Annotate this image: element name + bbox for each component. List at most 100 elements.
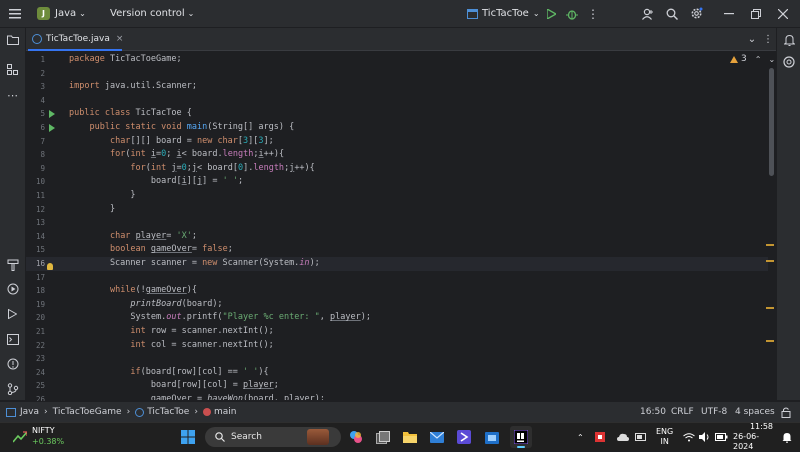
error-stripe-mark[interactable]	[766, 244, 774, 246]
wifi-icon[interactable]	[683, 423, 695, 451]
battery-saver-icon[interactable]	[635, 423, 647, 451]
line-number: 2	[40, 68, 45, 78]
editor-scrollbar[interactable]	[769, 68, 774, 176]
breadcrumb-package[interactable]: TicTacToeGame	[53, 407, 122, 417]
code-line[interactable]: System.out.printf("Player %c enter: ", p…	[69, 311, 371, 325]
battery-icon[interactable]	[715, 423, 728, 451]
clock[interactable]: 11:58 26-06-2024	[733, 422, 773, 451]
language-line1: ENG	[656, 427, 674, 436]
vcs-widget[interactable]: Version control ⌄	[110, 0, 194, 27]
line-number: 21	[35, 327, 45, 336]
copilot-icon[interactable]	[349, 430, 363, 444]
code-line[interactable]: int row = scanner.nextInt();	[69, 325, 273, 339]
problems-icon[interactable]	[0, 354, 25, 374]
run-class-gutter-icon[interactable]	[49, 110, 55, 118]
settings-gear-icon[interactable]	[685, 0, 707, 27]
code-editor[interactable]: package TicTacToeGame; import java.util.S…	[64, 51, 776, 400]
line-number: 17	[35, 272, 45, 282]
code-line[interactable]: board[i][j] = ' ';	[69, 175, 243, 189]
more-tools-icon[interactable]: ⋯	[0, 85, 25, 105]
notification-center-icon[interactable]	[782, 423, 792, 451]
code-line[interactable]: }	[69, 189, 135, 203]
more-tab-actions-icon[interactable]: ⋮	[760, 28, 776, 50]
code-line[interactable]: printBoard(board);	[69, 298, 222, 312]
build-hammer-icon[interactable]	[0, 255, 25, 275]
run-config-selector[interactable]: TicTacToe ⌄	[467, 0, 540, 27]
code-line[interactable]: boolean gameOver= false;	[69, 243, 233, 257]
code-line[interactable]: for(int j=0;j< board[0].length;j++){	[69, 162, 314, 176]
error-stripe-mark[interactable]	[766, 307, 774, 309]
caret-position[interactable]: 16:50	[640, 402, 666, 422]
error-stripe-mark[interactable]	[766, 260, 774, 262]
notifications-bell-icon[interactable]	[777, 30, 800, 50]
line-separator[interactable]: CRLF	[671, 402, 694, 422]
services-icon[interactable]	[0, 279, 25, 299]
code-line[interactable]: while(!gameOver){	[69, 284, 197, 298]
lightbulb-icon[interactable]	[47, 263, 53, 270]
tray-app-icon[interactable]	[595, 423, 605, 451]
file-encoding[interactable]: UTF-8	[701, 402, 727, 422]
taskbar-search[interactable]: Search	[205, 427, 341, 447]
git-branch-icon[interactable]	[0, 379, 25, 399]
code-line[interactable]: package TicTacToeGame;	[69, 53, 182, 67]
search-icon[interactable]	[661, 0, 683, 27]
code-line[interactable]: import java.util.Scanner;	[69, 80, 197, 94]
run-button[interactable]	[540, 0, 562, 27]
volume-icon[interactable]	[699, 423, 711, 451]
mail-icon[interactable]	[430, 430, 444, 444]
line-number: 18	[35, 286, 45, 296]
onedrive-cloud-icon[interactable]	[617, 423, 629, 451]
windows-start-icon[interactable]	[180, 429, 196, 445]
chevron-down-icon: ⌄	[79, 9, 86, 18]
tab-tictactoe-java[interactable]: TicTacToe.java ×	[26, 28, 124, 51]
ticker-name[interactable]: NIFTY	[32, 426, 55, 435]
code-line[interactable]: for(int i=0; i< board.length;i++){	[69, 148, 284, 162]
main-menu-icon[interactable]	[4, 0, 26, 27]
stock-trend-icon[interactable]	[12, 427, 28, 447]
terminal-icon[interactable]	[0, 329, 25, 349]
chevron-up-icon[interactable]: ⌃	[755, 55, 762, 64]
more-actions-icon[interactable]: ⋮	[582, 0, 604, 27]
task-view-icon[interactable]	[376, 430, 390, 444]
restore-window-icon[interactable]	[745, 0, 767, 27]
code-line[interactable]: int col = scanner.nextInt();	[69, 339, 273, 353]
code-line[interactable]: gameOver = haveWon(board, player);	[69, 393, 325, 400]
store-app-icon[interactable]	[485, 430, 499, 444]
show-hidden-icons-chevron-icon[interactable]: ⌃	[577, 423, 584, 451]
close-window-icon[interactable]	[772, 0, 794, 27]
code-line[interactable]: board[row][col] = player;	[69, 379, 279, 393]
chevron-down-icon[interactable]: ⌄	[768, 55, 775, 64]
file-explorer-icon[interactable]	[403, 430, 417, 444]
code-line[interactable]: char player= 'X';	[69, 230, 197, 244]
ai-assistant-icon[interactable]	[777, 52, 800, 72]
debug-button[interactable]	[561, 0, 583, 27]
code-line[interactable]: public class TicTacToe {	[69, 107, 192, 121]
breadcrumb-module[interactable]: Java	[20, 407, 39, 417]
breadcrumb-class[interactable]: TicTacToe	[147, 407, 189, 417]
close-tab-icon[interactable]: ×	[116, 34, 124, 44]
language-indicator[interactable]: ENG IN	[656, 423, 673, 451]
visual-studio-code-icon[interactable]	[457, 430, 471, 444]
error-stripe-mark[interactable]	[766, 340, 774, 342]
run-tool-icon[interactable]	[0, 304, 25, 324]
project-folder-icon[interactable]	[0, 30, 25, 50]
line-number: 11	[35, 191, 45, 200]
code-line[interactable]: if(board[row][col] == ' '){	[69, 366, 268, 380]
add-user-icon[interactable]	[637, 0, 659, 27]
run-main-gutter-icon[interactable]	[49, 124, 55, 132]
code-line[interactable]: }	[69, 203, 115, 217]
project-widget[interactable]: J Java ⌄	[37, 0, 86, 27]
inspection-widget[interactable]: 3 ⌃ ⌄	[730, 54, 775, 64]
minimize-window-icon[interactable]	[718, 0, 740, 27]
intellij-idea-taskbar-icon[interactable]	[510, 426, 532, 448]
code-line[interactable]: public static void main(String[] args) {	[69, 121, 294, 135]
code-line[interactable]: char[][] board = new char[3][3];	[69, 135, 274, 149]
structure-icon[interactable]	[0, 60, 25, 80]
indent-setting[interactable]: 4 spaces	[735, 402, 775, 422]
line-number: 9	[40, 163, 45, 173]
breadcrumb-method[interactable]: main	[214, 407, 237, 417]
code-line[interactable]: Scanner scanner = new Scanner(System.in)…	[69, 257, 320, 271]
tab-label: TicTacToe.java	[46, 34, 110, 44]
tab-list-chevron-icon[interactable]: ⌄	[744, 28, 760, 50]
read-only-lock-icon[interactable]	[781, 402, 791, 422]
